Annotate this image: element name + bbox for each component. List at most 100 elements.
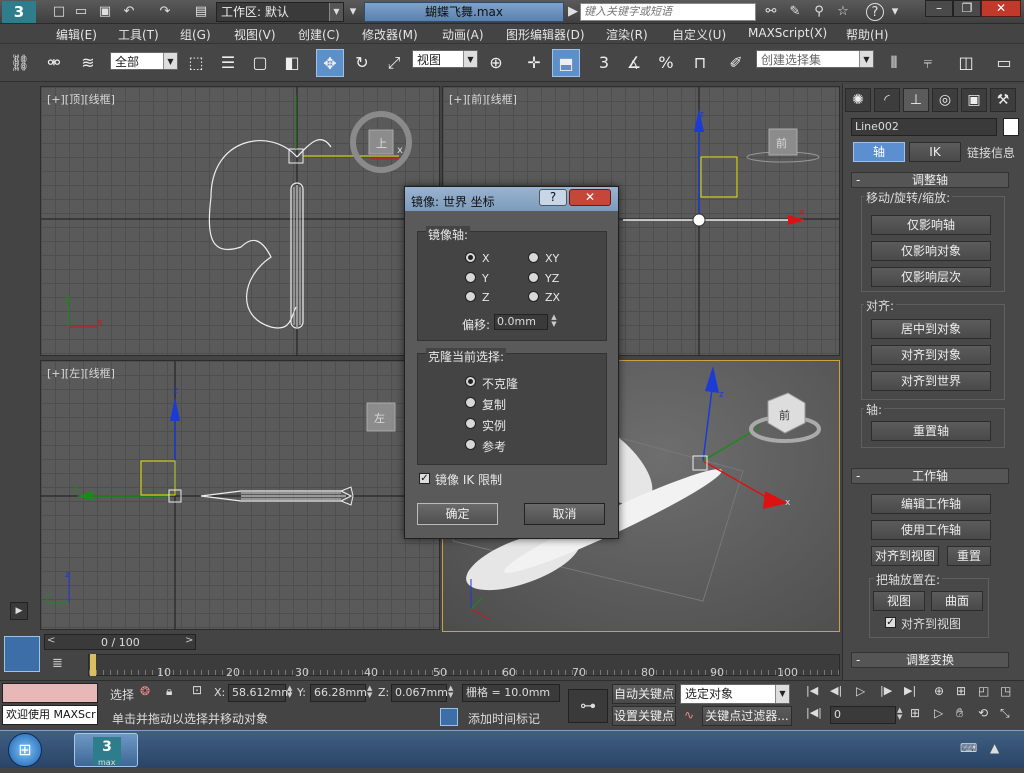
center-to-object-button[interactable]: 居中到对象 (871, 319, 991, 339)
manipulate-icon[interactable]: ✛ (520, 49, 548, 77)
dialog-help-button[interactable]: ? (539, 189, 567, 206)
close-button[interactable]: ✕ (981, 0, 1021, 17)
motion-tab-icon[interactable]: ◎ (932, 88, 958, 112)
current-frame-field[interactable]: 0 (830, 706, 896, 724)
mirror-axis-x-radio[interactable] (465, 252, 476, 263)
dropdown-arrow-icon[interactable]: ▾ (344, 3, 362, 21)
viewport-left[interactable]: [+][左][线框] z y 左 z y (40, 360, 440, 630)
track-bar[interactable] (88, 654, 840, 676)
selection-lock-icon[interactable]: 🔒︎ (166, 684, 182, 700)
taskbar-3dsmax-app[interactable]: 3 max (74, 733, 138, 767)
menu-group[interactable]: 组(G) (180, 26, 211, 43)
zoom-icon[interactable]: ⊕ (934, 684, 952, 702)
favorite-star-icon[interactable]: ☆ (834, 3, 852, 21)
menu-create[interactable]: 创建(C) (298, 26, 340, 43)
place-view-button[interactable]: 视图 (873, 591, 925, 611)
maxscript-listener-mini[interactable] (2, 683, 98, 703)
app-logo-icon[interactable]: 3 (2, 1, 36, 23)
isolate-selection-icon[interactable]: ❂ (140, 684, 156, 700)
zoom-extents-all-icon[interactable]: ◳ (1000, 684, 1018, 702)
spinner-snap-icon[interactable]: ⊓ (686, 49, 714, 77)
utilities-tab-icon[interactable]: ⚒ (990, 88, 1016, 112)
hierarchy-tab-icon[interactable]: ⊥ (903, 88, 929, 112)
affect-hierarchy-only-button[interactable]: 仅影响层次 (871, 267, 991, 287)
windows-start-button[interactable]: ⊞ (8, 733, 42, 767)
angle-snap-icon[interactable]: ∡ (620, 49, 648, 77)
use-working-pivot-button[interactable]: 使用工作轴 (871, 520, 991, 540)
menu-animation[interactable]: 动画(A) (442, 26, 484, 43)
goto-end-icon[interactable]: ▶| (904, 684, 922, 702)
zoom-extents-icon[interactable]: ◰ (978, 684, 996, 702)
key-mode-toggle-icon[interactable]: |◀| (806, 706, 824, 724)
maximize-viewport-icon[interactable]: ⤡ (1000, 706, 1018, 724)
selection-filter-dropdown[interactable]: 全部 ▼ (110, 52, 178, 70)
project-folder-icon[interactable]: ▤ (192, 3, 210, 21)
align-to-view-button[interactable]: 对齐到视图 (871, 546, 939, 566)
unlink-icon[interactable]: ⚮ (40, 49, 68, 77)
add-time-tag[interactable]: 添加时间标记 (468, 710, 540, 727)
pan-view-icon[interactable]: ✋︎ (956, 706, 974, 724)
tray-expand-icon[interactable]: ▲ (990, 741, 1010, 757)
offset-spinner[interactable]: ▲ ▼ (549, 314, 559, 330)
select-and-rotate-icon[interactable]: ↻ (348, 49, 376, 77)
search-input[interactable]: 键入关键字或短语 (580, 3, 756, 21)
binoculars-icon[interactable]: ⚯ (762, 3, 780, 21)
z-coordinate-field[interactable]: 0.067mm (391, 684, 448, 702)
orbit-icon[interactable]: ⟲ (978, 706, 996, 724)
reset-pivot-button[interactable]: 重置轴 (871, 421, 991, 441)
offset-input[interactable]: 0.0mm (494, 314, 548, 330)
menu-graph-editors[interactable]: 图形编辑器(D) (506, 26, 585, 43)
exchange-icon[interactable]: ⚲ (810, 3, 828, 21)
rect-selection-region-icon[interactable]: ▢ (246, 49, 274, 77)
next-frame-icon[interactable]: |▶ (880, 684, 898, 702)
clone-instance-radio[interactable] (465, 418, 476, 429)
viewport-layout-icon[interactable] (4, 636, 40, 672)
help-dropdown-icon[interactable]: ▾ (886, 3, 904, 21)
adjust-pivot-rollout-header[interactable]: - 调整轴 (851, 172, 1009, 188)
create-tab-icon[interactable]: ✺ (845, 88, 871, 112)
menu-tools[interactable]: 工具(T) (118, 26, 159, 43)
display-tab-icon[interactable]: ▣ (961, 88, 987, 112)
working-pivot-rollout-header[interactable]: - 工作轴 (851, 468, 1009, 484)
snap-toggle-icon[interactable]: 3 (590, 49, 618, 77)
y-coordinate-field[interactable]: 66.28mm (310, 684, 367, 702)
maxscript-welcome[interactable]: 欢迎使用 MAXScr (2, 705, 98, 725)
pivot-tab-button[interactable]: 轴 (853, 142, 905, 162)
tools-icon[interactable]: ✎ (786, 3, 804, 21)
curve-editor-icon[interactable]: ≣ (52, 656, 72, 676)
track-bar-time-marker[interactable] (90, 654, 96, 676)
goto-start-icon[interactable]: |◀ (806, 684, 824, 702)
zoom-all-icon[interactable]: ⊞ (956, 684, 974, 702)
mirror-axis-yz-radio[interactable] (528, 272, 539, 283)
edit-working-pivot-button[interactable]: 编辑工作轴 (871, 494, 991, 514)
align-to-world-button[interactable]: 对齐到世界 (871, 371, 991, 391)
play-icon[interactable]: ▷ (856, 684, 874, 702)
mirror-axis-xy-radio[interactable] (528, 252, 539, 263)
set-key-big-icon[interactable]: ⊶ (568, 689, 608, 723)
x-coordinate-field[interactable]: 58.612mm (228, 684, 292, 702)
set-key-button[interactable]: 设置关键点 (612, 706, 676, 726)
help-icon[interactable]: ? (866, 3, 884, 21)
save-file-icon[interactable]: ▣ (96, 3, 114, 21)
ik-tab-button[interactable]: IK (909, 142, 961, 162)
frame-spinner-icon[interactable]: ▲ ▼ (897, 707, 902, 721)
edit-named-selection-icon[interactable]: ✐ (722, 49, 750, 77)
layer-manager-icon[interactable]: ◫ (952, 49, 980, 77)
undo-icon[interactable]: ↶ (120, 3, 138, 21)
z-spinner-icon[interactable]: ▲ ▼ (448, 685, 453, 699)
place-surface-button[interactable]: 曲面 (931, 591, 983, 611)
new-file-icon[interactable]: □ (50, 3, 68, 21)
menu-modifiers[interactable]: 修改器(M) (362, 26, 418, 43)
mirror-ik-checkbox[interactable]: ✓ (419, 473, 430, 484)
expand-viewport-icon[interactable]: ▶ (10, 602, 28, 620)
select-and-move-icon[interactable]: ✥ (316, 49, 344, 77)
mirror-axis-zx-radio[interactable] (528, 291, 539, 302)
select-by-name-icon[interactable]: ☰ (214, 49, 242, 77)
key-filters-button[interactable]: 关键点过滤器... (702, 706, 792, 726)
percent-snap-icon[interactable]: % (652, 49, 680, 77)
time-tag-icon[interactable] (440, 708, 458, 726)
dialog-close-button[interactable]: ✕ (569, 189, 611, 206)
time-slider-next-icon[interactable]: > (185, 635, 193, 646)
menu-rendering[interactable]: 渲染(R) (606, 26, 648, 43)
pivot-center-icon[interactable]: ⊕ (482, 49, 510, 77)
